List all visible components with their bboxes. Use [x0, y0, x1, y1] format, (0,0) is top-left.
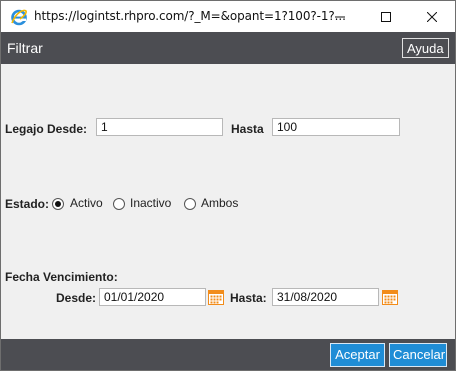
radio-ambos[interactable]	[184, 198, 196, 210]
calendar-icon[interactable]	[382, 289, 398, 305]
window-titlebar: https://logintst.rhpro.com/?_M=&opant=1?…	[1, 1, 455, 32]
dialog-footer: Aceptar Cancelar	[1, 339, 455, 370]
legajo-desde-input[interactable]	[96, 118, 223, 136]
cancel-button[interactable]: Cancelar	[389, 343, 447, 367]
legajo-hasta-label: Hasta	[231, 122, 264, 136]
radio-inactivo-label: Inactivo	[130, 196, 172, 210]
estado-label: Estado:	[5, 197, 50, 211]
maximize-icon	[381, 11, 391, 22]
ie-icon	[11, 9, 27, 26]
minimize-button[interactable]	[317, 1, 363, 32]
dialog-title: Filtrar	[7, 40, 43, 56]
minimize-icon	[335, 16, 345, 17]
fecha-hasta-input[interactable]	[272, 288, 379, 306]
radio-ambos-label: Ambos	[201, 196, 239, 210]
dialog-window: https://logintst.rhpro.com/?_M=&opant=1?…	[0, 0, 456, 371]
radio-activo[interactable]	[52, 198, 64, 210]
legajo-hasta-input[interactable]	[272, 118, 400, 136]
close-icon	[427, 11, 437, 22]
fecha-desde-label: Desde:	[56, 291, 97, 305]
fecha-vencimiento-label: Fecha Vencimiento:	[5, 270, 118, 284]
radio-inactivo[interactable]	[113, 198, 125, 210]
close-button[interactable]	[409, 1, 455, 32]
maximize-button[interactable]	[363, 1, 409, 32]
legajo-desde-label: Legajo Desde:	[5, 122, 88, 136]
fecha-hasta-label: Hasta:	[230, 291, 267, 305]
filter-form: Legajo Desde: Hasta Estado: Activo Inact…	[1, 64, 455, 339]
accept-button[interactable]: Aceptar	[330, 343, 385, 367]
help-button[interactable]: Ayuda	[402, 38, 449, 58]
calendar-icon[interactable]	[208, 289, 224, 305]
radio-activo-label: Activo	[70, 196, 103, 210]
fecha-desde-input[interactable]	[99, 288, 206, 306]
window-url: https://logintst.rhpro.com/?_M=&opant=1?…	[34, 9, 346, 23]
dialog-header: Filtrar Ayuda	[1, 32, 455, 64]
